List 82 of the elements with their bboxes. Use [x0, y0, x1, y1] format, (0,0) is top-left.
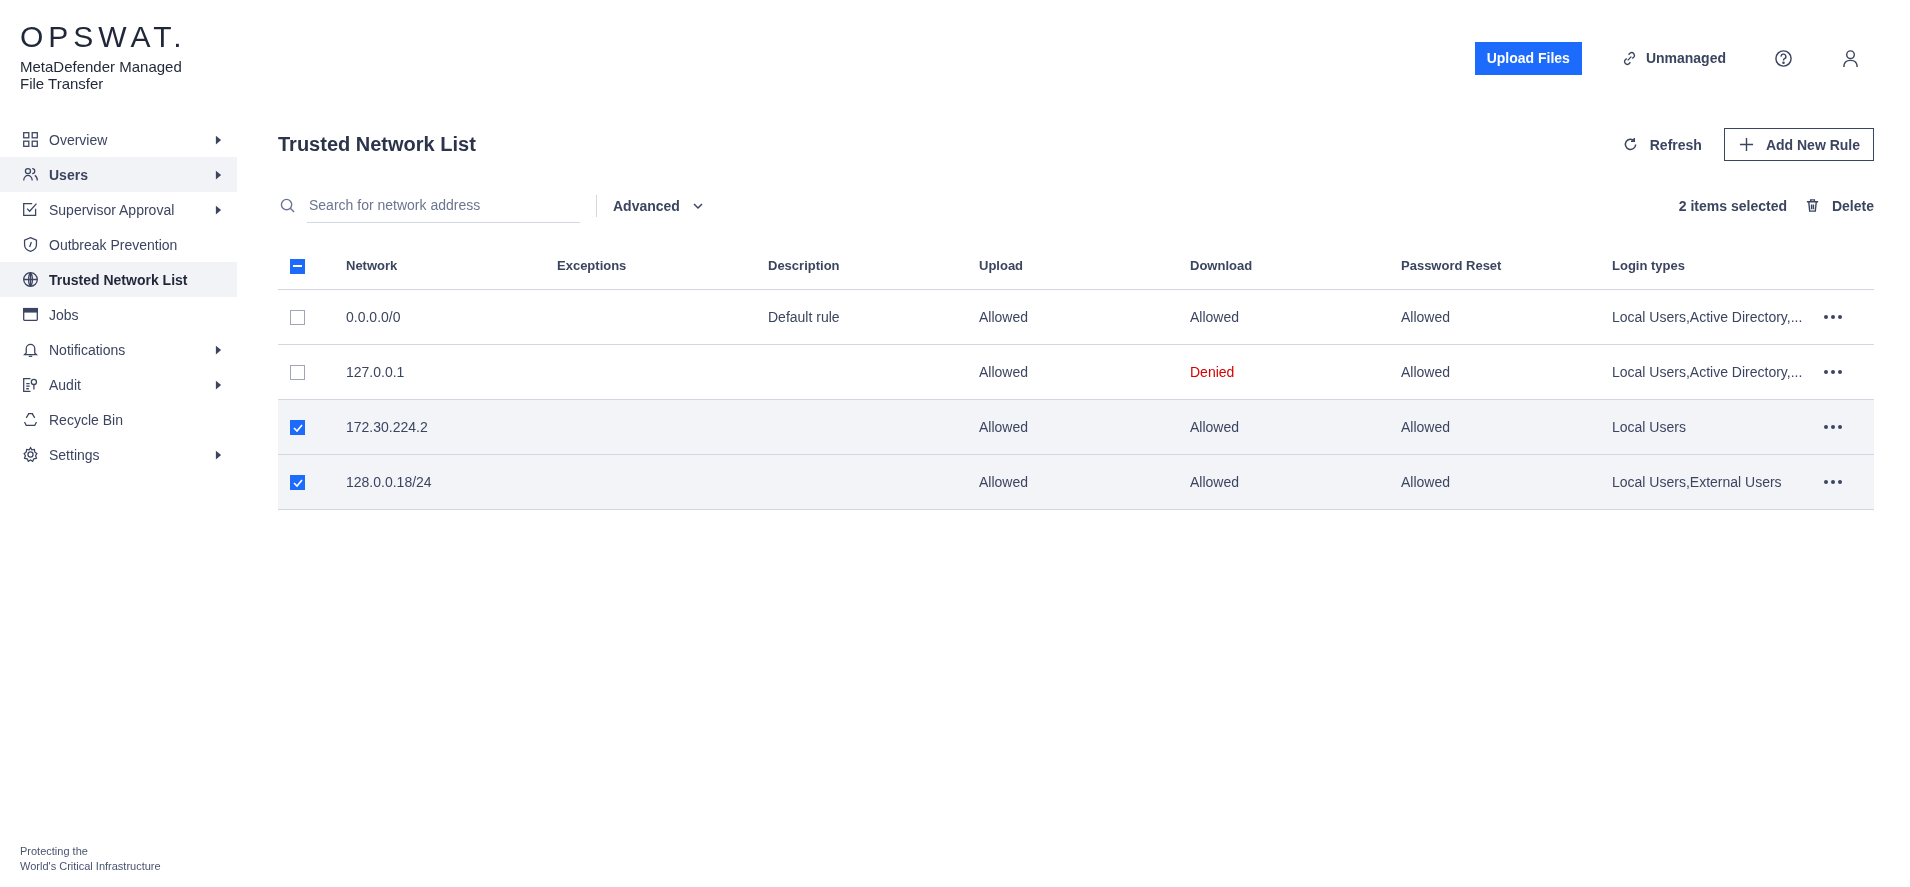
advanced-dropdown[interactable]: Advanced — [613, 197, 704, 214]
column-header: Login types — [1612, 258, 1685, 273]
row-checkbox[interactable] — [290, 420, 305, 436]
caret-icon — [215, 168, 222, 181]
refresh-icon — [1622, 137, 1638, 152]
upload-files-button[interactable]: Upload Files — [1474, 41, 1582, 75]
table-cell: 0.0.0.0/0 — [346, 309, 401, 325]
table-cell: Allowed — [1190, 419, 1240, 435]
users-icon — [22, 166, 39, 183]
column-header: Exceptions — [557, 258, 627, 273]
column-header: Upload — [979, 258, 1024, 273]
column-header: Password Reset — [1401, 258, 1502, 273]
table-cell: Allowed — [979, 419, 1029, 435]
trash-icon — [1804, 198, 1820, 213]
more-icon[interactable] — [1823, 369, 1843, 375]
globe-icon — [22, 271, 39, 288]
more-icon[interactable] — [1823, 479, 1843, 485]
settings-icon — [22, 446, 39, 463]
sidebar-item[interactable]: Trusted Network List — [0, 262, 237, 297]
shield-icon — [22, 236, 39, 253]
table-cell: Allowed — [1401, 474, 1451, 490]
table-cell: Allowed — [1190, 474, 1240, 490]
window-icon — [22, 306, 39, 323]
table-cell: Allowed — [979, 364, 1029, 380]
caret-icon — [215, 378, 222, 391]
caret-icon — [215, 133, 222, 146]
more-icon[interactable] — [1823, 424, 1843, 430]
row-checkbox[interactable] — [290, 365, 305, 381]
table-cell: Allowed — [979, 309, 1029, 325]
select-all-checkbox[interactable] — [290, 258, 305, 274]
sidebar-item[interactable]: Settings — [0, 437, 237, 472]
table-cell: Local Users,External Users — [1612, 474, 1782, 490]
refresh-button[interactable]: Refresh — [1616, 135, 1708, 154]
grid-icon — [22, 131, 39, 148]
sidebar-item[interactable]: Outbreak Prevention — [0, 227, 237, 262]
row-checkbox[interactable] — [290, 475, 305, 491]
column-header: Network — [346, 258, 398, 273]
sidebar-item[interactable]: Audit — [0, 367, 237, 402]
sidebar-item[interactable]: Jobs — [0, 297, 237, 332]
table-cell: Local Users,Active Directory,... — [1612, 309, 1803, 325]
unmanaged-link[interactable]: Unmanaged — [1621, 50, 1726, 66]
link-icon — [1621, 50, 1637, 66]
document-icon — [22, 376, 39, 393]
table-cell: Local Users — [1612, 419, 1686, 435]
table-cell: Default rule — [768, 309, 840, 325]
checkbox-icon — [22, 201, 39, 218]
search-icon — [280, 198, 295, 213]
user-icon[interactable] — [1841, 48, 1860, 68]
caret-icon — [215, 203, 222, 216]
table-cell: Allowed — [1401, 364, 1451, 380]
delete-button[interactable]: Delete — [1804, 197, 1874, 214]
caret-icon — [215, 448, 222, 461]
sidebar-item[interactable]: Notifications — [0, 332, 237, 367]
table-cell: Allowed — [1190, 309, 1240, 325]
sidebar-item[interactable]: Users — [0, 157, 237, 192]
table-cell: Allowed — [1401, 309, 1451, 325]
more-icon[interactable] — [1823, 314, 1843, 320]
page-title: Trusted Network List — [278, 133, 476, 156]
table-cell: 172.30.224.2 — [346, 419, 428, 435]
table-cell: Denied — [1190, 364, 1235, 380]
row-checkbox[interactable] — [290, 310, 305, 326]
sidebar-item[interactable]: Supervisor Approval — [0, 192, 237, 227]
bell-icon — [22, 341, 39, 358]
caret-icon — [215, 343, 222, 356]
sidebar-item[interactable]: Recycle Bin — [0, 402, 237, 437]
table-cell: Allowed — [1401, 419, 1451, 435]
selection-count: 2 items selected — [1678, 197, 1787, 214]
tagline: World's Critical Infrastructure — [20, 859, 162, 874]
tagline: Protecting the — [20, 844, 89, 859]
column-header: Download — [1190, 258, 1253, 273]
plus-icon — [1738, 137, 1754, 152]
table-cell: 128.0.0.18/24 — [346, 474, 432, 490]
logo: OPSWAT. — [20, 22, 188, 52]
product-name: MetaDefender Managed File Transfer — [20, 58, 183, 92]
table-cell: Allowed — [979, 474, 1029, 490]
column-header: Description — [768, 258, 840, 273]
help-icon[interactable] — [1774, 48, 1793, 68]
add-new-rule-button[interactable]: Add New Rule — [1723, 128, 1874, 161]
table-cell: Local Users,Active Directory,... — [1612, 364, 1803, 380]
sidebar-item[interactable]: Overview — [0, 122, 237, 157]
chevron-down-icon — [691, 201, 704, 210]
table-cell: 127.0.0.1 — [346, 364, 405, 380]
